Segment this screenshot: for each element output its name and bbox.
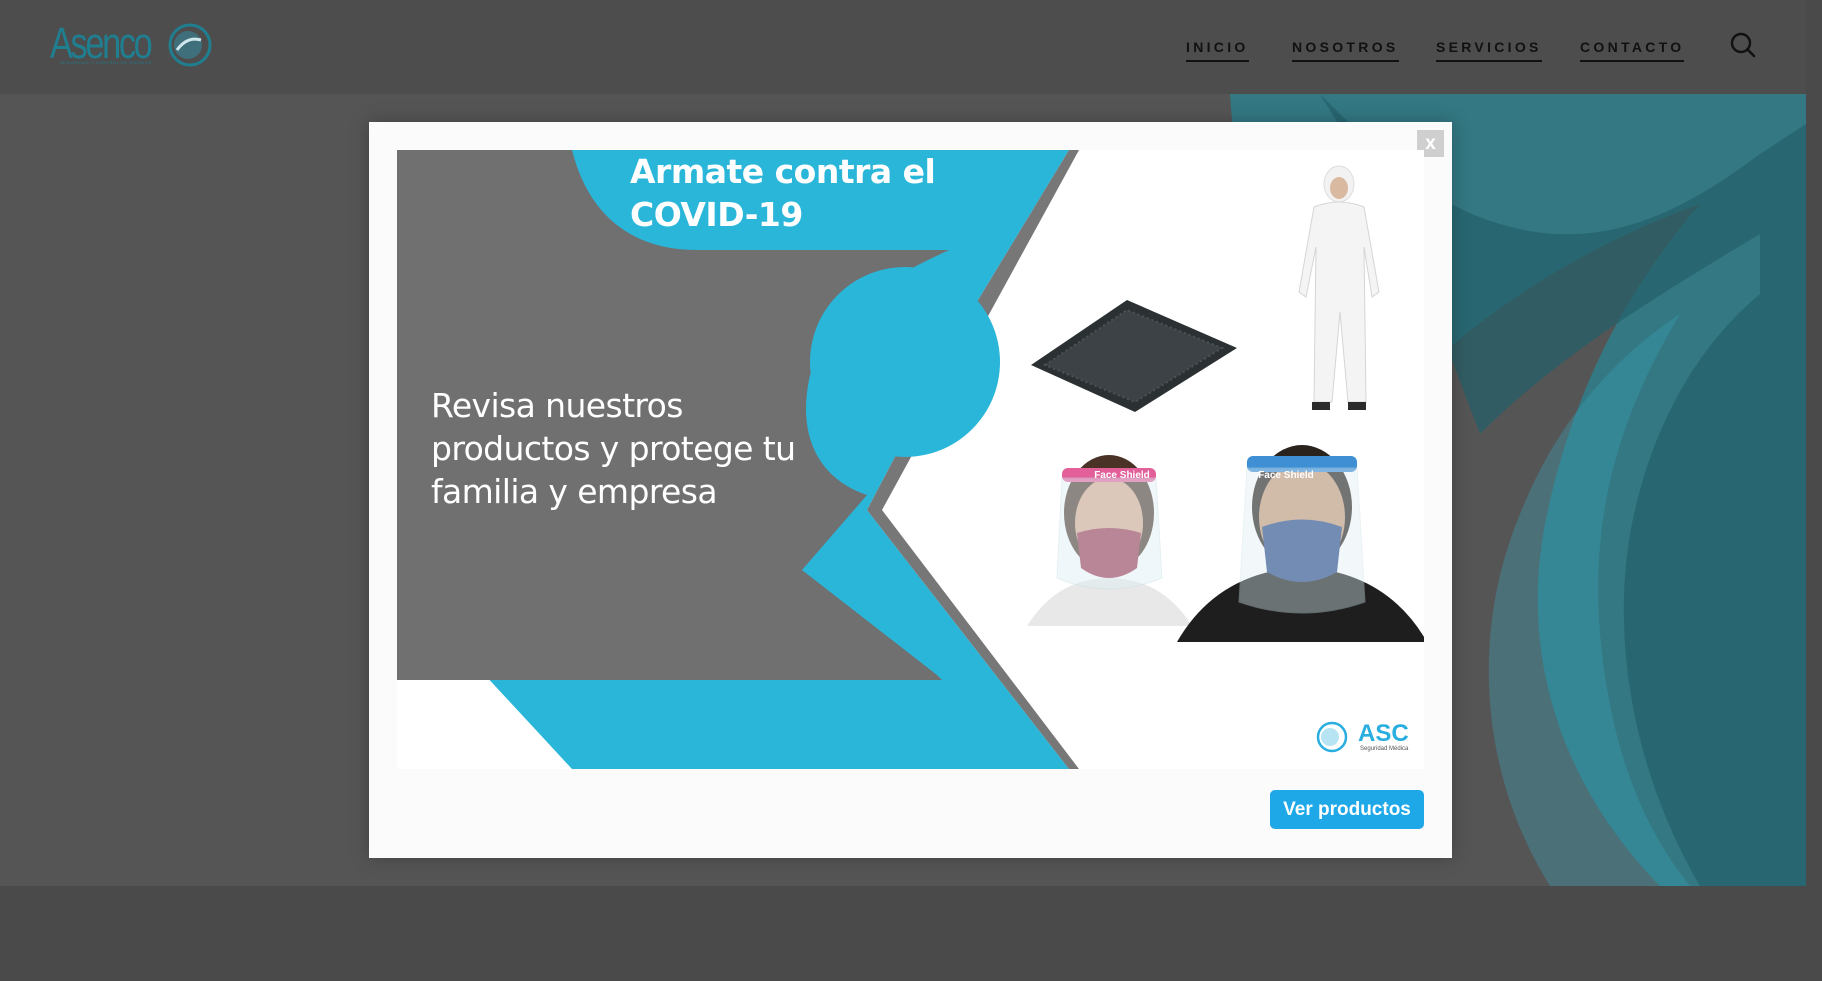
- view-products-button[interactable]: Ver productos: [1270, 790, 1424, 829]
- asc-brand-subtitle: Seguridad Médica: [1360, 746, 1409, 752]
- search-icon: [1730, 32, 1756, 58]
- site-logo[interactable]: Asenco SEGURIDAD Y CONTROL DE RIESGOS: [50, 18, 215, 74]
- asc-globe-icon: [1316, 721, 1348, 753]
- banner-body-text: Revisa nuestros productos y protege tu f…: [431, 386, 796, 511]
- nav-item-servicios[interactable]: SERVICIOS: [1436, 34, 1542, 62]
- nav-item-inicio[interactable]: INICIO: [1186, 34, 1249, 62]
- nav-item-nosotros[interactable]: NOSOTROS: [1292, 34, 1399, 62]
- asc-brand-name: ASC: [1358, 720, 1409, 747]
- nav-item-contacto[interactable]: CONTACTO: [1580, 34, 1685, 62]
- promo-banner[interactable]: Armate contra el COVID-19 Revisa nuestro…: [397, 150, 1424, 769]
- logo-tagline: SEGURIDAD Y CONTROL DE RIESGOS: [60, 60, 152, 65]
- site-header: Asenco SEGURIDAD Y CONTROL DE RIESGOS IN…: [0, 0, 1822, 94]
- protective-suit-image: [1298, 165, 1380, 410]
- promo-modal: x Armate contra el COVID-19 Revisa nuest…: [369, 122, 1452, 858]
- sanitizing-mat-image: [1031, 300, 1237, 412]
- logo-ring-icon: [168, 23, 212, 67]
- page-scrollbar[interactable]: [1806, 0, 1822, 981]
- search-button[interactable]: [1728, 30, 1758, 60]
- banner-title: Armate contra el COVID-19: [630, 152, 936, 234]
- face-shield-label-girl: Face Shield: [1094, 470, 1150, 481]
- face-shield-girl-image: [1027, 455, 1192, 626]
- face-shield-label-man: Face Shield: [1258, 470, 1314, 481]
- asc-brand-logo: ASC Seguridad Médica: [1315, 720, 1415, 754]
- face-shield-man-image: [1177, 445, 1424, 642]
